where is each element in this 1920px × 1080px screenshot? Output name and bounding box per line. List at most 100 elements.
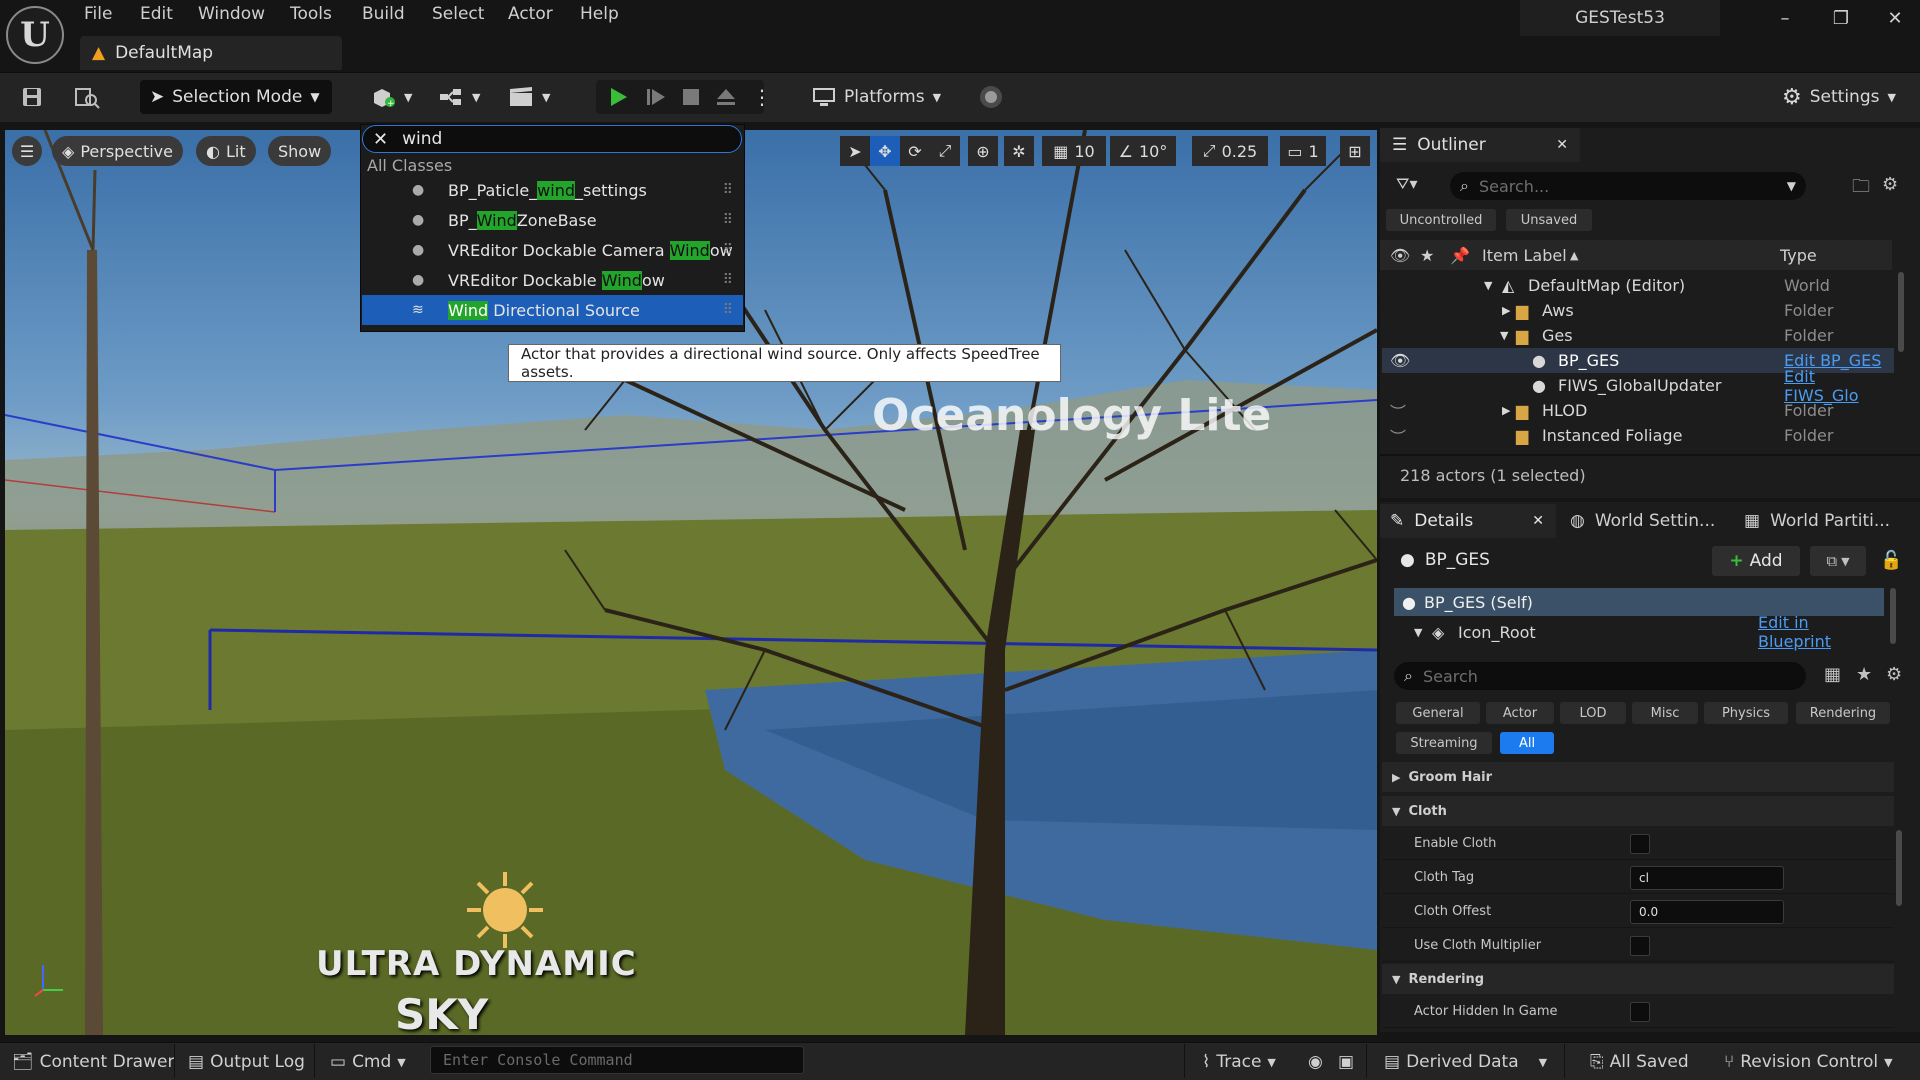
- unreal-logo-icon[interactable]: U: [6, 6, 64, 64]
- outliner-settings-icon[interactable]: ⚙: [1882, 174, 1898, 195]
- record-icon[interactable]: ◉: [1308, 1048, 1323, 1076]
- filter-general[interactable]: General: [1396, 702, 1480, 724]
- enable-cloth-checkbox[interactable]: [1630, 833, 1650, 854]
- blueprint-options-button[interactable]: ⧉ ▼: [1810, 546, 1866, 576]
- game-mode-icon[interactable]: [978, 80, 1004, 114]
- category-groom-hair[interactable]: ▶ Groom Hair: [1382, 762, 1894, 792]
- filter-misc[interactable]: Misc: [1632, 702, 1698, 724]
- drag-grip-icon[interactable]: ⠿: [723, 182, 733, 198]
- edit-in-blueprint-link[interactable]: Edit in Blueprint: [1758, 613, 1884, 651]
- uncontrolled-chip[interactable]: Uncontrolled: [1386, 209, 1496, 231]
- restore-icon[interactable]: ❐: [1826, 8, 1856, 32]
- type-column[interactable]: Type: [1780, 246, 1817, 265]
- grid-snap-button[interactable]: ▦ 10: [1042, 136, 1106, 166]
- content-drawer-button[interactable]: 🗂 Content Drawer: [12, 1048, 174, 1076]
- filter-all[interactable]: All: [1500, 732, 1554, 754]
- details-search-input[interactable]: ⌕ Search: [1394, 662, 1806, 690]
- menu-help[interactable]: Help: [580, 4, 619, 28]
- cloth-tag-field[interactable]: cl: [1630, 865, 1784, 890]
- all-saved-button[interactable]: ⎘ All Saved: [1590, 1048, 1689, 1076]
- tree-row-folder[interactable]: ▼ ▆ Ges Folder: [1382, 323, 1894, 348]
- scale-snap-button[interactable]: ⤢ 0.25: [1192, 136, 1268, 166]
- platforms-dropdown[interactable]: Platforms ▼: [812, 80, 941, 114]
- menu-window[interactable]: Window: [198, 4, 265, 28]
- pin-column-icon[interactable]: 📌: [1450, 246, 1470, 265]
- scale-tool-icon[interactable]: ⤢: [930, 136, 960, 166]
- tree-row-folder[interactable]: ︶ ▆ Instanced Foliage Folder: [1382, 423, 1894, 448]
- cloth-offset-field[interactable]: 0.0: [1630, 899, 1784, 924]
- components-scrollbar[interactable]: [1890, 588, 1896, 644]
- tree-row-folder[interactable]: ▶ ▆ Aws Folder: [1382, 298, 1894, 323]
- tree-row-world[interactable]: ▼ ◭ DefaultMap (Editor) World: [1382, 273, 1894, 298]
- filter-rendering[interactable]: Rendering: [1796, 702, 1890, 724]
- eject-icon[interactable]: [714, 80, 738, 114]
- drag-grip-icon[interactable]: ⠿: [723, 212, 733, 228]
- menu-build[interactable]: Build: [362, 4, 405, 28]
- close-window-icon[interactable]: ✕: [1880, 8, 1910, 32]
- search-result[interactable]: ● VREditor Dockable Camera Window ⠿: [362, 235, 743, 265]
- cinematics-button[interactable]: ▼: [508, 80, 550, 114]
- tree-row-actor[interactable]: ● FIWS_GlobalUpdater Edit FIWS_Glo: [1382, 367, 1894, 405]
- unsaved-chip[interactable]: Unsaved: [1506, 209, 1592, 231]
- show-button[interactable]: Show: [268, 136, 332, 166]
- more-options-icon[interactable]: ⋮: [752, 80, 772, 114]
- filter-streaming[interactable]: Streaming: [1396, 732, 1492, 754]
- clear-search-icon[interactable]: ✕: [373, 129, 388, 150]
- viewport-layout-icon[interactable]: ⊞: [1340, 136, 1370, 166]
- outliner-scrollbar[interactable]: [1898, 272, 1904, 352]
- advance-frame-icon[interactable]: [644, 80, 668, 114]
- viewport-menu-icon[interactable]: ☰: [12, 136, 42, 166]
- perspective-button[interactable]: ◈ Perspective: [52, 136, 183, 166]
- drag-grip-icon[interactable]: ⠿: [723, 302, 733, 318]
- filter-physics[interactable]: Physics: [1704, 702, 1788, 724]
- class-search-input[interactable]: ✕ wind: [362, 125, 742, 153]
- search-result[interactable]: ● BP_WindZoneBase ⠿: [362, 205, 743, 235]
- use-cloth-multiplier-checkbox[interactable]: [1630, 935, 1650, 956]
- level-tab[interactable]: ▲ DefaultMap: [80, 36, 342, 70]
- search-result-selected[interactable]: ≋ Wind Directional Source ⠿: [362, 295, 743, 325]
- search-result[interactable]: ● BP_Paticle_wind_settings ⠿: [362, 175, 743, 205]
- component-root-row[interactable]: ▼ ◈ Icon_Root Edit in Blueprint: [1394, 613, 1884, 651]
- favorite-column-icon[interactable]: ★: [1420, 246, 1434, 265]
- rotate-tool-icon[interactable]: ⟳: [900, 136, 930, 166]
- revision-control-dropdown[interactable]: ⑂ Revision Control ▼: [1724, 1048, 1893, 1076]
- favorites-star-icon[interactable]: ★: [1856, 664, 1872, 685]
- lock-icon[interactable]: 🔓: [1880, 550, 1902, 571]
- expand-arrow-icon[interactable]: ▼: [1414, 626, 1422, 639]
- category-cloth[interactable]: ▼ Cloth: [1382, 796, 1894, 826]
- trace-dropdown[interactable]: ⌇ Trace ▼: [1202, 1048, 1276, 1076]
- expand-arrow-icon[interactable]: ▼: [1484, 279, 1492, 292]
- expand-arrow-icon[interactable]: ▶: [1502, 404, 1510, 417]
- search-result[interactable]: ● VREditor Dockable Window ⠿: [362, 265, 743, 295]
- close-tab-icon[interactable]: ✕: [1556, 137, 1568, 153]
- expand-arrow-icon[interactable]: ▼: [1500, 329, 1508, 342]
- minimize-icon[interactable]: –: [1770, 8, 1800, 32]
- tree-row-folder[interactable]: ︶ ▶ ▆ HLOD Folder: [1382, 398, 1894, 423]
- play-icon[interactable]: [606, 80, 630, 114]
- visibility-column-icon[interactable]: 👁: [1390, 246, 1410, 265]
- hidden-eye-icon[interactable]: ︶: [1390, 399, 1406, 423]
- output-log-button[interactable]: ▤ Output Log: [188, 1048, 305, 1076]
- filter-dropdown-icon[interactable]: ⛛▾: [1396, 174, 1417, 194]
- stop-icon[interactable]: [680, 80, 702, 114]
- blueprint-button[interactable]: ▼: [438, 80, 480, 114]
- menu-edit[interactable]: Edit: [140, 4, 173, 28]
- drag-grip-icon[interactable]: ⠿: [723, 272, 733, 288]
- filter-lod[interactable]: LOD: [1560, 702, 1626, 724]
- view-mode-button[interactable]: ◐ Lit: [196, 136, 256, 166]
- visibility-eye-icon[interactable]: 👁: [1390, 351, 1410, 370]
- settings-button[interactable]: ⚙ Settings ▼: [1782, 80, 1896, 114]
- details-tab[interactable]: ✎ Details ✕: [1380, 504, 1556, 538]
- menu-actor[interactable]: Actor: [508, 4, 553, 28]
- add-component-button[interactable]: + Add: [1712, 546, 1800, 576]
- camera-speed-button[interactable]: ▭ 1: [1280, 136, 1326, 166]
- outliner-search-input[interactable]: ⌕ Search... ▼: [1450, 172, 1806, 200]
- add-folder-icon[interactable]: 🗀: [1852, 174, 1870, 204]
- browse-content-icon[interactable]: [74, 80, 100, 114]
- console-command-input[interactable]: Enter Console Command: [430, 1046, 804, 1074]
- world-settings-tab[interactable]: ◍ World Settin...: [1560, 504, 1715, 538]
- item-label-column[interactable]: Item Label: [1482, 246, 1567, 265]
- save-icon[interactable]: [20, 80, 44, 114]
- outliner-tab[interactable]: ☰ Outliner ✕: [1380, 128, 1580, 162]
- actor-hidden-checkbox[interactable]: [1630, 1001, 1650, 1022]
